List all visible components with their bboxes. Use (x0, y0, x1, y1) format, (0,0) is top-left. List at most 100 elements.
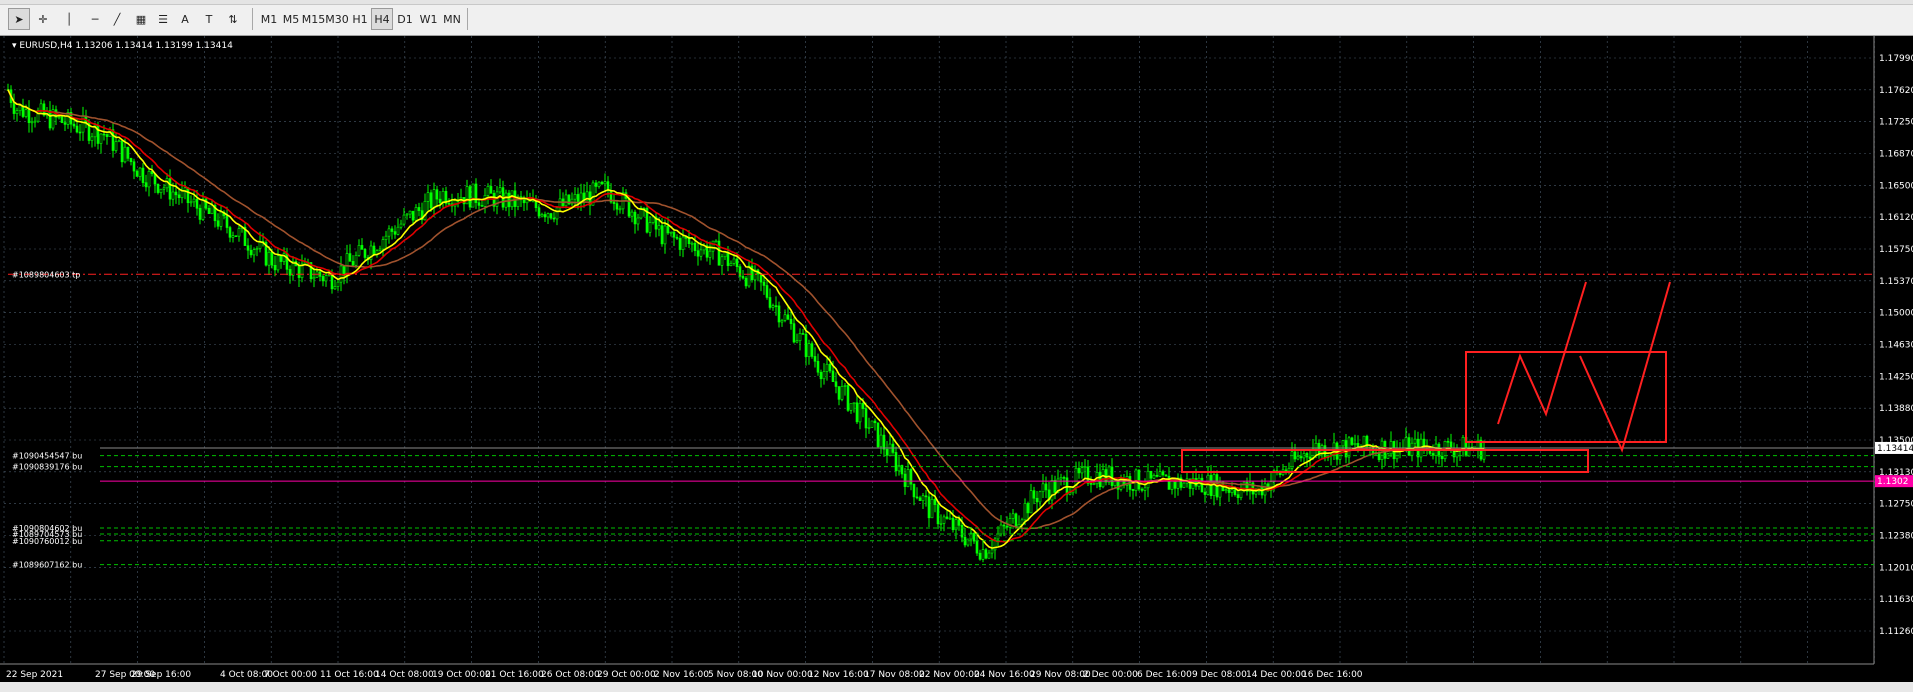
timeframe-d1-button[interactable]: D1 (393, 8, 417, 30)
candle-body (33, 120, 37, 123)
trendline-tool-button[interactable]: ╱ (106, 8, 128, 30)
candle-body (1026, 503, 1030, 514)
candle-body (414, 207, 418, 221)
price-axis-label: 1.17250 (1879, 118, 1913, 128)
candle-body (1407, 437, 1411, 456)
candle-body (888, 443, 892, 456)
timeframe-m30-button[interactable]: M30 (325, 8, 349, 30)
vertical-line-tool-button[interactable]: │ (58, 8, 80, 30)
candle-body (285, 253, 289, 270)
candle-body (1353, 443, 1357, 445)
candle-body (984, 549, 988, 559)
candle-body (1014, 513, 1018, 528)
time-axis-label: 11 Oct 16:00 (320, 670, 379, 680)
price-axis-label: 1.17620 (1879, 86, 1913, 96)
candle-body (747, 265, 751, 287)
channel-icon: ▦ (135, 12, 147, 26)
candle-body (543, 214, 547, 218)
candle-body (270, 251, 274, 266)
candle-body (27, 109, 31, 123)
candle-body (1173, 480, 1177, 489)
timeframe-mn-button[interactable]: MN (440, 8, 464, 30)
candle-body (12, 102, 16, 114)
candle-body (681, 236, 685, 250)
candle-body (843, 385, 847, 387)
candle-body (861, 403, 865, 409)
candle-body (333, 286, 337, 290)
candle-body (837, 386, 841, 400)
candle-body (903, 473, 907, 487)
timeframe-m15-button[interactable]: M15 (302, 8, 326, 30)
candle-body (1461, 437, 1465, 449)
text-icon: A (181, 12, 189, 26)
candle-body (1107, 466, 1111, 483)
timeframe-h1-button[interactable]: H1 (349, 8, 371, 30)
candle-body (1137, 469, 1141, 490)
fibonacci-tool-button[interactable]: ☰ (152, 8, 174, 30)
candle-body (696, 250, 700, 257)
chart-header: ▾ EURUSD,H4 1.13206 1.13414 1.13199 1.13… (12, 41, 233, 51)
candle-body (1089, 483, 1093, 485)
candle-body (1080, 467, 1084, 474)
candle-body (24, 109, 28, 117)
candle-body (432, 189, 436, 209)
candle-body (189, 201, 193, 204)
order-label[interactable]: #1090760012 bu (12, 537, 82, 546)
candle-body (168, 178, 172, 200)
horizontal-line-tool-button[interactable]: ─ (84, 8, 106, 30)
candle-body (102, 133, 106, 136)
channel-tool-button[interactable]: ▦ (130, 8, 152, 30)
order-label[interactable]: #1089804603 tp (12, 270, 80, 279)
candle-body (999, 524, 1003, 535)
crosshair-tool-button[interactable]: ✛ (32, 8, 54, 30)
timeframe-w1-button[interactable]: W1 (417, 8, 440, 30)
timeframe-m1-button[interactable]: M1 (258, 8, 280, 30)
candle-body (537, 207, 541, 217)
vertical-line-icon: │ (65, 12, 73, 26)
text-label-tool-button[interactable]: T (198, 8, 220, 30)
cursor-tool-button[interactable]: ➤ (8, 8, 30, 30)
time-axis-label: 29 Sep 16:00 (131, 670, 191, 680)
candle-body (1170, 480, 1174, 490)
candle-body (1158, 471, 1162, 477)
time-axis-label: 19 Oct 00:00 (432, 670, 491, 680)
candle-body (846, 385, 850, 411)
candle-body (354, 254, 358, 266)
chart-canvas[interactable]: 1.17990 1.17620 1.17250 1.16870 1.16500 1.161… (0, 36, 1913, 682)
candle-body (486, 186, 490, 196)
current-price-label: 1.13414 (1877, 444, 1913, 454)
candle-body (1293, 451, 1297, 460)
candle-body (1230, 489, 1234, 493)
text-tool-button[interactable]: A (174, 8, 196, 30)
candle-body (156, 183, 160, 193)
candle-body (228, 227, 232, 238)
candle-body (1254, 491, 1258, 495)
candle-body (546, 213, 550, 218)
candle-body (729, 263, 733, 267)
candle-body (930, 498, 934, 519)
candle-body (234, 235, 238, 237)
time-axis-label: 16 Dec 16:00 (1302, 670, 1363, 680)
time-axis-label: 26 Oct 08:00 (541, 670, 600, 680)
price-axis-label: 1.11260 (1879, 627, 1913, 637)
candle-body (279, 255, 283, 262)
candle-body (411, 210, 415, 221)
time-axis-label: 22 Sep 2021 (6, 670, 63, 680)
candle-body (951, 517, 955, 531)
candle-body (819, 371, 823, 380)
candle-body (1092, 483, 1096, 486)
candle-body (804, 333, 808, 358)
candle-body (126, 146, 130, 159)
price-chart[interactable]: 1.17990 1.17620 1.17250 1.16870 1.16500 1.161… (0, 36, 1913, 682)
candle-body (18, 105, 22, 111)
candle-body (498, 187, 502, 193)
candle-body (552, 217, 556, 220)
candle-body (15, 110, 19, 114)
time-axis-label: 21 Oct 16:00 (485, 670, 544, 680)
timeframe-m5-button[interactable]: M5 (280, 8, 302, 30)
arrows-tool-button[interactable]: ⇅ (222, 8, 244, 30)
timeframe-h4-button[interactable]: H4 (371, 8, 393, 30)
order-label[interactable]: #1089607162 bu (12, 561, 82, 570)
candle-body (1062, 477, 1066, 479)
candle-body (912, 483, 916, 498)
